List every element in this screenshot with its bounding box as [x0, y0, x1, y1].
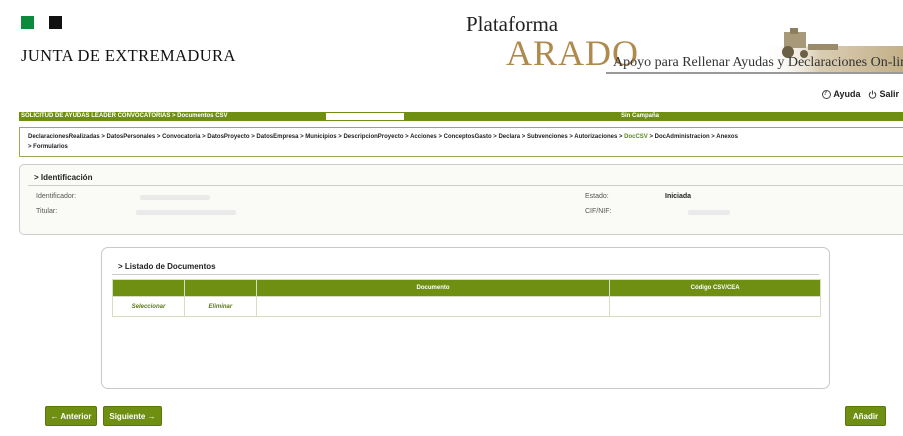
identificador-label: Identificador:: [36, 193, 77, 200]
identificador-value-redacted: [140, 195, 210, 200]
header-links: ? Ayuda Salir: [822, 89, 899, 99]
identificacion-title: > Identificación: [34, 173, 93, 182]
page: JUNTA DE EXTREMADURA Plataforma ARADO Ap…: [0, 0, 903, 436]
breadcrumb-step-active[interactable]: DocCSV: [624, 134, 648, 140]
documento-cell: [255, 296, 611, 317]
header-rule: [606, 72, 903, 74]
section-bar-gap: [326, 112, 404, 121]
breadcrumb-line-2[interactable]: > Formularios: [28, 142, 897, 152]
divider: [112, 274, 819, 275]
exit-label: Salir: [879, 89, 899, 99]
seleccionar-link[interactable]: Seleccionar: [112, 296, 185, 317]
section-bar: SOLICITUD DE AYUDAS LEADER CONVOCATORIAS…: [19, 112, 903, 121]
power-icon: [869, 89, 877, 99]
anterior-button[interactable]: ← Anterior: [45, 406, 97, 426]
org-name: JUNTA DE EXTREMADURA: [21, 46, 236, 65]
breadcrumb-steps-after[interactable]: > DocAdministracion > Anexos: [648, 134, 737, 140]
siguiente-button[interactable]: Siguiente →: [103, 406, 162, 426]
breadcrumb: DeclaracionesRealizadas > DatosPersonale…: [19, 127, 903, 157]
titular-value-redacted: [136, 210, 236, 215]
listado-title: > Listado de Documentos: [118, 262, 216, 271]
breadcrumb-steps-before[interactable]: DeclaracionesRealizadas > DatosPersonale…: [28, 134, 624, 140]
divider: [28, 185, 903, 186]
cif-label: CIF/NIF:: [585, 208, 612, 215]
cif-value-redacted: [688, 210, 730, 215]
eliminar-link[interactable]: Eliminar: [183, 296, 257, 317]
column-header-delete: [183, 279, 257, 297]
column-header-select: [112, 279, 185, 297]
documents-table: Documento Código CSV/CEA Seleccionar Eli…: [112, 279, 821, 317]
question-circle-icon: ?: [822, 89, 832, 99]
campaign-label: Sin Campaña: [621, 113, 660, 119]
estado-label: Estado:: [585, 193, 609, 200]
help-label: Ayuda: [833, 89, 861, 99]
platform-tagline: Apoyo para Rellenar Ayudas y Declaracion…: [613, 55, 903, 70]
table-row: Seleccionar Eliminar: [112, 296, 821, 317]
help-link[interactable]: ? Ayuda: [822, 89, 860, 99]
table-header-row: Documento Código CSV/CEA: [112, 279, 821, 297]
section-title: SOLICITUD DE AYUDAS LEADER CONVOCATORIAS…: [21, 113, 228, 119]
logo-green-square: [21, 16, 34, 29]
anadir-button[interactable]: Añadir: [845, 406, 886, 426]
titular-label: Titular:: [36, 208, 58, 215]
codigo-cell: [609, 296, 821, 317]
estado-value: Iniciada: [665, 193, 692, 200]
logo-black-square: [49, 16, 62, 29]
identificacion-panel: > Identificación Identificador: Titular:…: [19, 164, 903, 235]
exit-link[interactable]: Salir: [868, 89, 899, 99]
platform-brand: Plataforma ARADO Apoyo para Rellenar Ayu…: [466, 12, 903, 74]
column-header-documento: Documento: [255, 279, 611, 297]
listado-panel: > Listado de Documentos Documento Código…: [101, 247, 830, 389]
column-header-codigo: Código CSV/CEA: [609, 279, 821, 297]
breadcrumb-line-1: DeclaracionesRealizadas > DatosPersonale…: [28, 132, 897, 142]
